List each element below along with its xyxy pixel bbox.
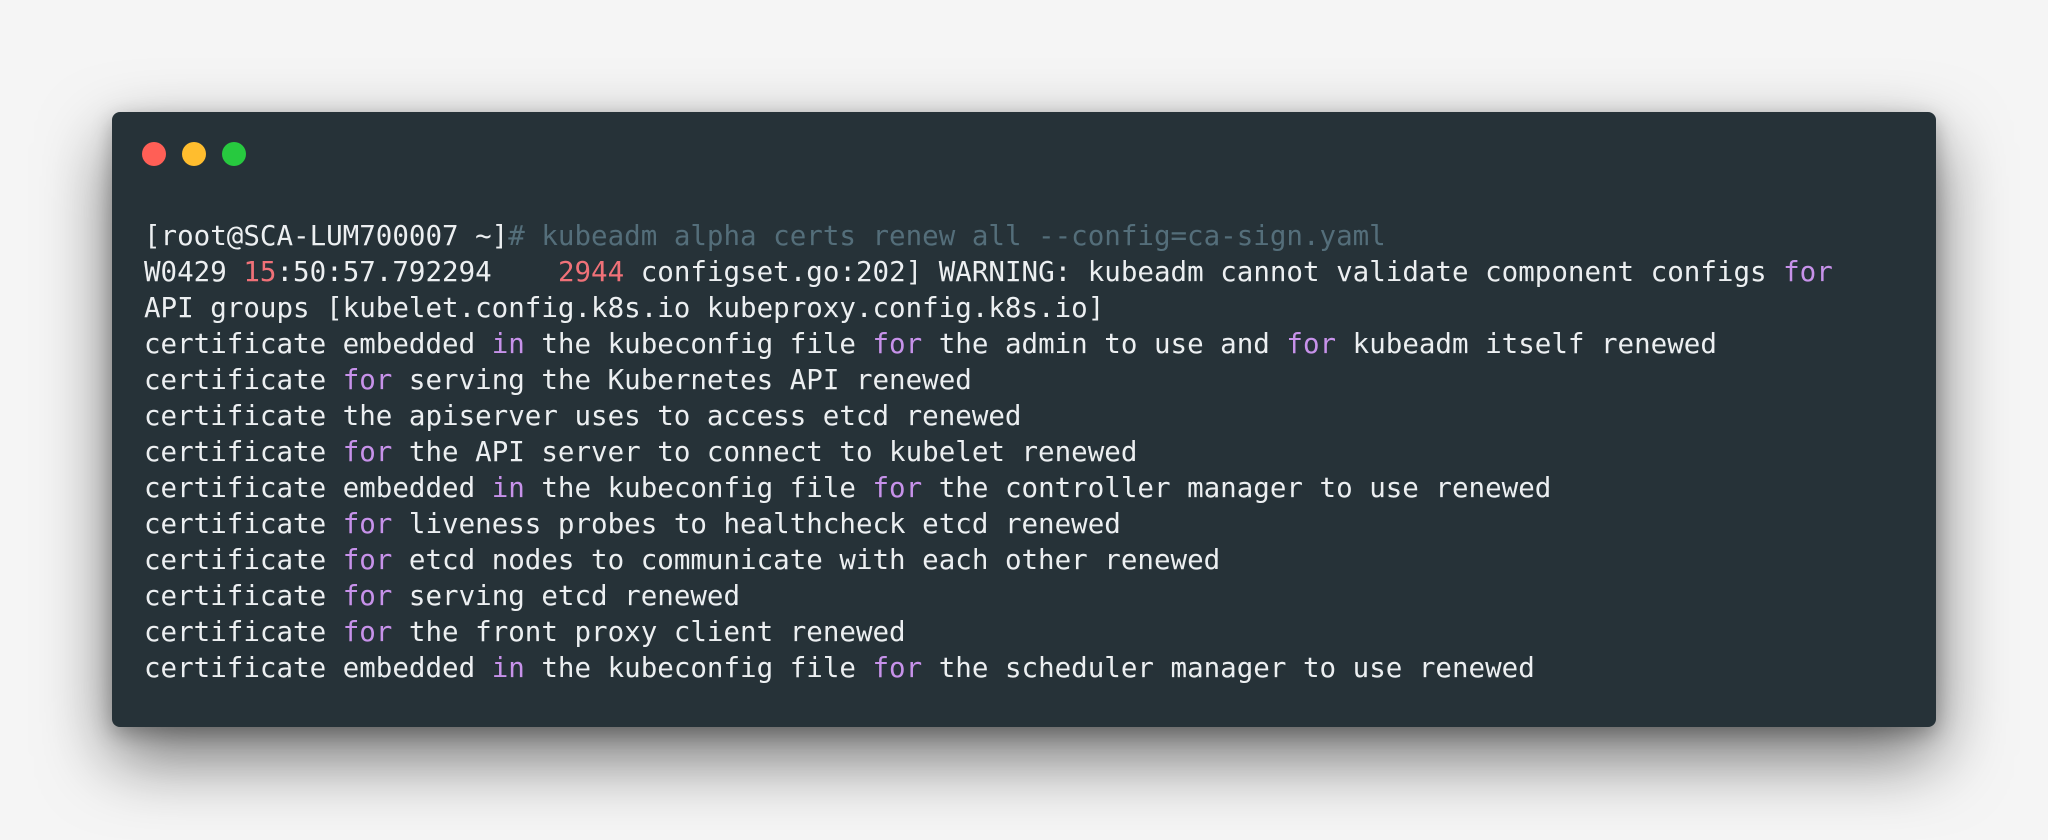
terminal-window: [root@SCA-LUM700007 ~]# kubeadm alpha ce… [112,112,1936,727]
text-segment-text: the API server to connect to kubelet ren… [392,436,1138,468]
maximize-window-button[interactable] [222,142,246,166]
output-line: API groups [kubelet.config.k8s.io kubepr… [144,290,1916,326]
text-segment-text: certificate [144,580,343,612]
text-segment-text: the admin to use and [922,328,1287,360]
text-segment-text: liveness probes to healthcheck etcd rene… [392,508,1121,540]
text-segment-text: the controller manager to use renewed [922,472,1552,504]
text-segment-text: the kubeconfig file [524,472,873,504]
text-segment-number: 15 [243,256,277,288]
output-line: certificate for liveness probes to healt… [144,506,1916,542]
text-segment-text: serving the Kubernetes API renewed [392,364,972,396]
minimize-window-button[interactable] [182,142,206,166]
text-segment-text: certificate [144,508,343,540]
output-line: W0429 15:50:57.792294 2944 configset.go:… [144,254,1916,290]
text-segment-keyword: for [342,616,393,648]
output-line: certificate embedded in the kubeconfig f… [144,470,1916,506]
text-segment-text: certificate the apiserver uses to access… [144,400,1022,432]
text-segment-keyword: for [342,364,393,396]
output-line: certificate for etcd nodes to communicat… [144,542,1916,578]
text-segment-text: the kubeconfig file [524,652,873,684]
close-window-button[interactable] [142,142,166,166]
output-line: certificate for the API server to connec… [144,434,1916,470]
text-segment-text: the kubeconfig file [524,328,873,360]
text-segment-text: certificate embedded [144,472,492,504]
text-segment-text: the front proxy client renewed [392,616,906,648]
title-bar [112,112,1936,192]
text-segment-text: the scheduler manager to use renewed [922,652,1535,684]
text-segment-text: etcd nodes to communicate with each othe… [392,544,1221,576]
text-segment-comment: # kubeadm alpha certs renew all --config… [508,220,1386,252]
text-segment-text: certificate embedded [144,652,492,684]
text-segment-keyword: for [1286,328,1337,360]
text-segment-text: certificate [144,436,343,468]
terminal-output[interactable]: [root@SCA-LUM700007 ~]# kubeadm alpha ce… [144,218,1916,686]
text-segment-text: certificate embedded [144,328,492,360]
text-segment-keyword: for [872,652,923,684]
text-segment-keyword: for [342,436,393,468]
text-segment-keyword: for [1783,256,1833,288]
command-line: [root@SCA-LUM700007 ~]# kubeadm alpha ce… [144,218,1916,254]
text-segment-keyword: for [342,580,393,612]
text-segment-keyword: for [872,472,923,504]
text-segment-text: W0429 [144,256,244,288]
text-segment-number: 2944 [557,256,625,288]
text-segment-keyword: for [342,508,393,540]
text-segment-text: :50:57.792294 [276,256,558,288]
output-line: certificate embedded in the kubeconfig f… [144,650,1916,686]
text-segment-keyword: in [491,652,525,684]
output-line: certificate for the front proxy client r… [144,614,1916,650]
output-line: certificate embedded in the kubeconfig f… [144,326,1916,362]
text-segment-text: serving etcd renewed [392,580,741,612]
text-segment-keyword: in [491,472,525,504]
text-segment-text: kubeadm itself renewed [1336,328,1717,360]
output-line: certificate for serving etcd renewed [144,578,1916,614]
output-line: certificate for serving the Kubernetes A… [144,362,1916,398]
text-segment-keyword: in [491,328,525,360]
text-segment-text: API groups [kubelet.config.k8s.io kubepr… [144,292,1105,324]
text-segment-text: certificate [144,364,343,396]
text-segment-text: certificate [144,544,343,576]
text-segment-keyword: for [872,328,923,360]
text-segment-text: certificate [144,616,343,648]
output-line: certificate the apiserver uses to access… [144,398,1916,434]
text-segment-text: [root@SCA-LUM700007 ~] [144,220,509,252]
text-segment-text: configset.go:202] WARNING: kubeadm canno… [624,256,1784,288]
text-segment-keyword: for [342,544,393,576]
